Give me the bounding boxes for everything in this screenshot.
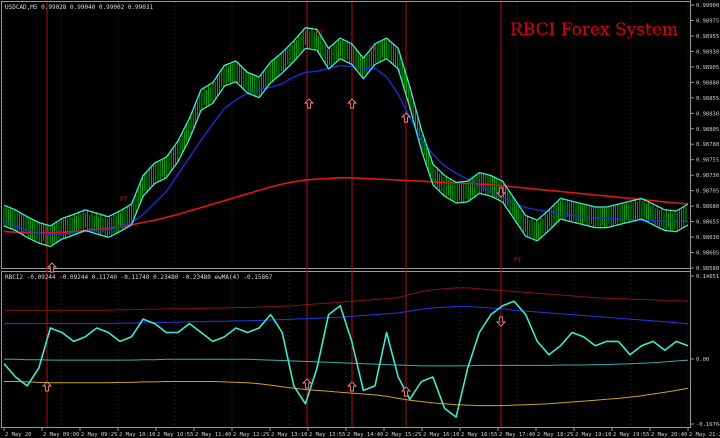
time-tick-label: 2 May 15:25 (385, 432, 421, 438)
price-tick-label: 0.98975 (696, 19, 719, 25)
pt-tag: PT (120, 196, 128, 203)
time-tick-label: 2 May 13:55 (309, 432, 345, 438)
symbol-header: USDCAD,M5 0.99028 0.99040 0.99002 0.9903… (5, 4, 153, 11)
price-tick-label: 0.98680 (696, 204, 719, 210)
price-tick-label: 0.98805 (696, 127, 719, 133)
price-tick-label: 0.98605 (696, 251, 719, 257)
price-tick-label: 0.98655 (696, 220, 719, 226)
price-tick-label: 0.99000 (696, 3, 719, 9)
price-tick-label: 0.98580 (696, 266, 719, 272)
time-tick-label: 2 May 12:25 (233, 432, 269, 438)
time-tick-label: 2 May 21:25 (689, 432, 720, 438)
time-tick-label: 2 May 09:00 (43, 432, 79, 438)
price-tick-label: 0.98730 (696, 173, 719, 179)
time-tick-label: 2 May 20 (5, 432, 32, 438)
time-tick-label: 2 May 13:10 (271, 432, 307, 438)
price-tick-label: 0.98930 (696, 49, 719, 55)
price-tick-label: 0.98905 (696, 65, 719, 71)
time-tick-label: 2 May 10:55 (157, 432, 193, 438)
price-tick-label: 0.98755 (696, 158, 719, 164)
indicator-tick-label: 0.14651 (696, 274, 719, 280)
time-tick-label: 2 May 17:40 (499, 432, 535, 438)
pt-tag: PT (514, 257, 522, 264)
mt4-chart-window[interactable]: PT PT PT PT 0.99000 0.98975 0.98955 0.98930 0.9… (0, 0, 720, 438)
time-tick-label: 2 May 20:40 (651, 432, 687, 438)
time-tick-label: 2 May 11:40 (195, 432, 231, 438)
price-tick-label: 0.98830 (696, 111, 719, 117)
price-tick-label: 0.98880 (696, 80, 719, 86)
price-tick-label: 0.98780 (696, 142, 719, 148)
indicator-header: RBCI2 -0.09244 -0.09244 0.11740 -0.11740… (5, 274, 273, 281)
price-tick-label: 0.98630 (696, 235, 719, 241)
pt-tag: PT (316, 30, 324, 37)
indicator-tick-label: -0.16764 (696, 422, 720, 428)
time-tick-label: 2 May 19:55 (613, 432, 649, 438)
pt-tag: PT (369, 45, 377, 52)
price-tick-label: 0.98955 (696, 34, 719, 40)
time-tick-label: 2 May 16:10 (423, 432, 459, 438)
time-tick-label: 2 May 16:55 (461, 432, 497, 438)
time-tick-label: 2 May 10:10 (119, 432, 155, 438)
brand-title: RBCI Forex System (510, 20, 678, 40)
time-tick-label: 2 May 14:40 (347, 432, 383, 438)
price-tick-label: 0.98705 (696, 189, 719, 195)
indicator-tick-label: 0.00 (696, 357, 709, 363)
time-tick-label: 2 May 18:25 (537, 432, 573, 438)
price-tick-label: 0.98855 (696, 96, 719, 102)
time-tick-label: 2 May 09:25 (81, 432, 117, 438)
time-tick-label: 2 May 19:10 (575, 432, 611, 438)
